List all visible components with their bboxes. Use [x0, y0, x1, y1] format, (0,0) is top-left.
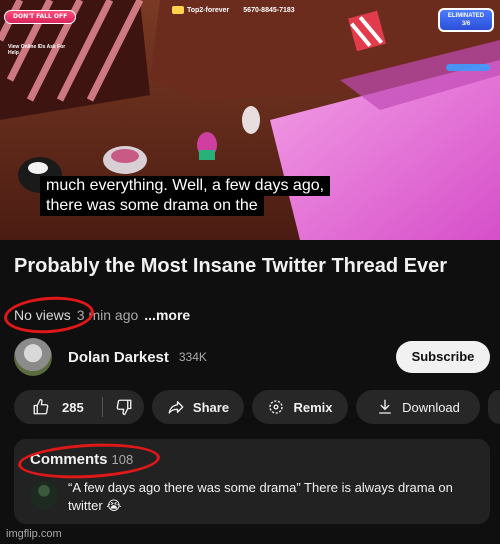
hud-player-name: Top2-forever [187, 6, 230, 14]
annotation-circle-views [2, 293, 96, 337]
download-icon [379, 399, 392, 414]
hud-eliminated-label: ELIMINATED [447, 13, 485, 19]
watermark: imgflip.com [6, 528, 62, 540]
share-button[interactable]: Share [152, 390, 244, 424]
remix-button[interactable]: Remix [252, 390, 348, 424]
like-dislike-button[interactable]: 285 [14, 390, 144, 424]
hud-player-tag [446, 64, 490, 71]
commenter-avatar [30, 481, 58, 509]
channel-row: Dolan Darkest 334K Subscribe [14, 338, 490, 376]
hud-player-info: Top2-forever 5670-8845-7183 [172, 6, 295, 14]
action-bar: 285 Share Remix Download [14, 390, 500, 424]
hud-player: Top2-forever [172, 6, 229, 14]
share-icon [168, 401, 184, 414]
download-button[interactable]: Download [356, 390, 480, 424]
subscribe-button[interactable]: Subscribe [396, 341, 490, 373]
hud-help-text: View Online IDs Ask For Help [8, 44, 66, 56]
caption-line: much everything. Well, a few days ago, [40, 176, 331, 196]
divider [101, 397, 103, 417]
top-comment: “A few days ago there was some drama” Th… [68, 480, 453, 513]
hud-player-code: 5670-8845-7183 [243, 6, 295, 14]
remix-icon [269, 400, 284, 414]
video-player[interactable]: DON'T FALL OFF View Online IDs Ask For H… [0, 0, 500, 240]
hud-objective-badge: DON'T FALL OFF [4, 10, 77, 24]
captions: much everything. Well, a few days ago, t… [40, 176, 370, 216]
subscriber-count: 334K [178, 350, 207, 364]
more-link[interactable]: ...more [144, 307, 190, 323]
crown-icon [172, 6, 184, 14]
channel-avatar[interactable] [14, 338, 52, 376]
channel-name[interactable]: Dolan Darkest [68, 349, 169, 366]
like-count: 285 [62, 399, 84, 415]
hud-eliminated-count: 3/6 [461, 21, 471, 27]
caption-line: there was some drama on the [40, 196, 264, 216]
remix-label: Remix [293, 399, 333, 415]
thumbs-up-icon[interactable] [32, 398, 50, 416]
share-label: Share [192, 399, 230, 415]
thumbs-down-icon[interactable] [115, 398, 133, 416]
video-title: Probably the Most Insane Twitter Thread … [14, 255, 448, 277]
download-label: Download [402, 399, 460, 415]
more-actions-button[interactable] [488, 390, 500, 424]
hud-eliminated-box: ELIMINATED 3/6 [438, 8, 494, 32]
